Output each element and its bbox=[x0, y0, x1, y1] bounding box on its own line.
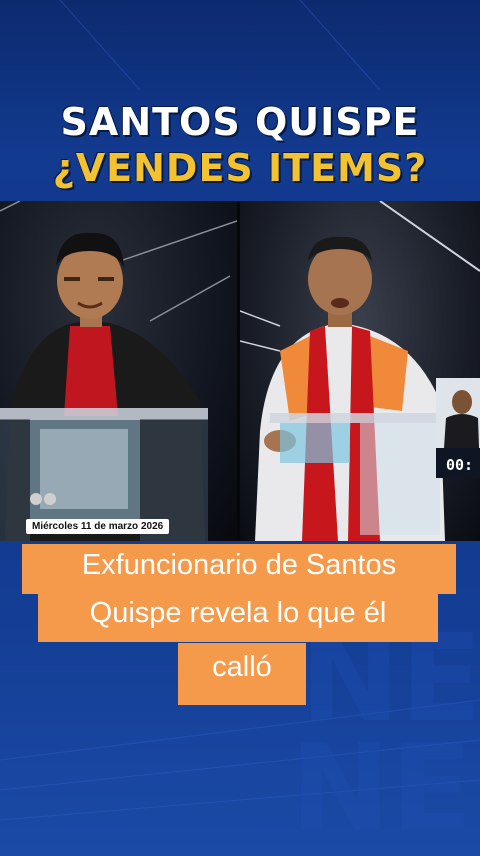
debate-timer: 00: bbox=[446, 456, 474, 474]
headline-title: SANTOS QUISPE bbox=[60, 100, 420, 144]
left-candidate-panel: Miércoles 11 de marzo 2026 bbox=[0, 201, 237, 541]
right-candidate-illustration bbox=[240, 201, 480, 541]
caption-text-2: Quispe revela lo que él bbox=[89, 597, 387, 629]
right-candidate-panel bbox=[240, 201, 480, 541]
caption-line-3: calló bbox=[178, 643, 306, 705]
caption-line-1: Exfuncionario de Santos bbox=[22, 544, 456, 594]
broadcast-date-label: Miércoles 11 de marzo 2026 bbox=[26, 519, 170, 534]
caption-line-2: Quispe revela lo que él bbox=[38, 592, 438, 642]
headline-question: ¿VENDES ITEMS? bbox=[52, 146, 428, 190]
caption-text-1: Exfuncionario de Santos bbox=[81, 549, 397, 581]
debate-video-frame[interactable]: Miércoles 11 de marzo 2026 00: bbox=[0, 201, 480, 541]
svg-text:NE: NE bbox=[290, 720, 472, 856]
left-candidate-illustration bbox=[0, 201, 237, 541]
caption-text-3: calló bbox=[212, 651, 272, 683]
